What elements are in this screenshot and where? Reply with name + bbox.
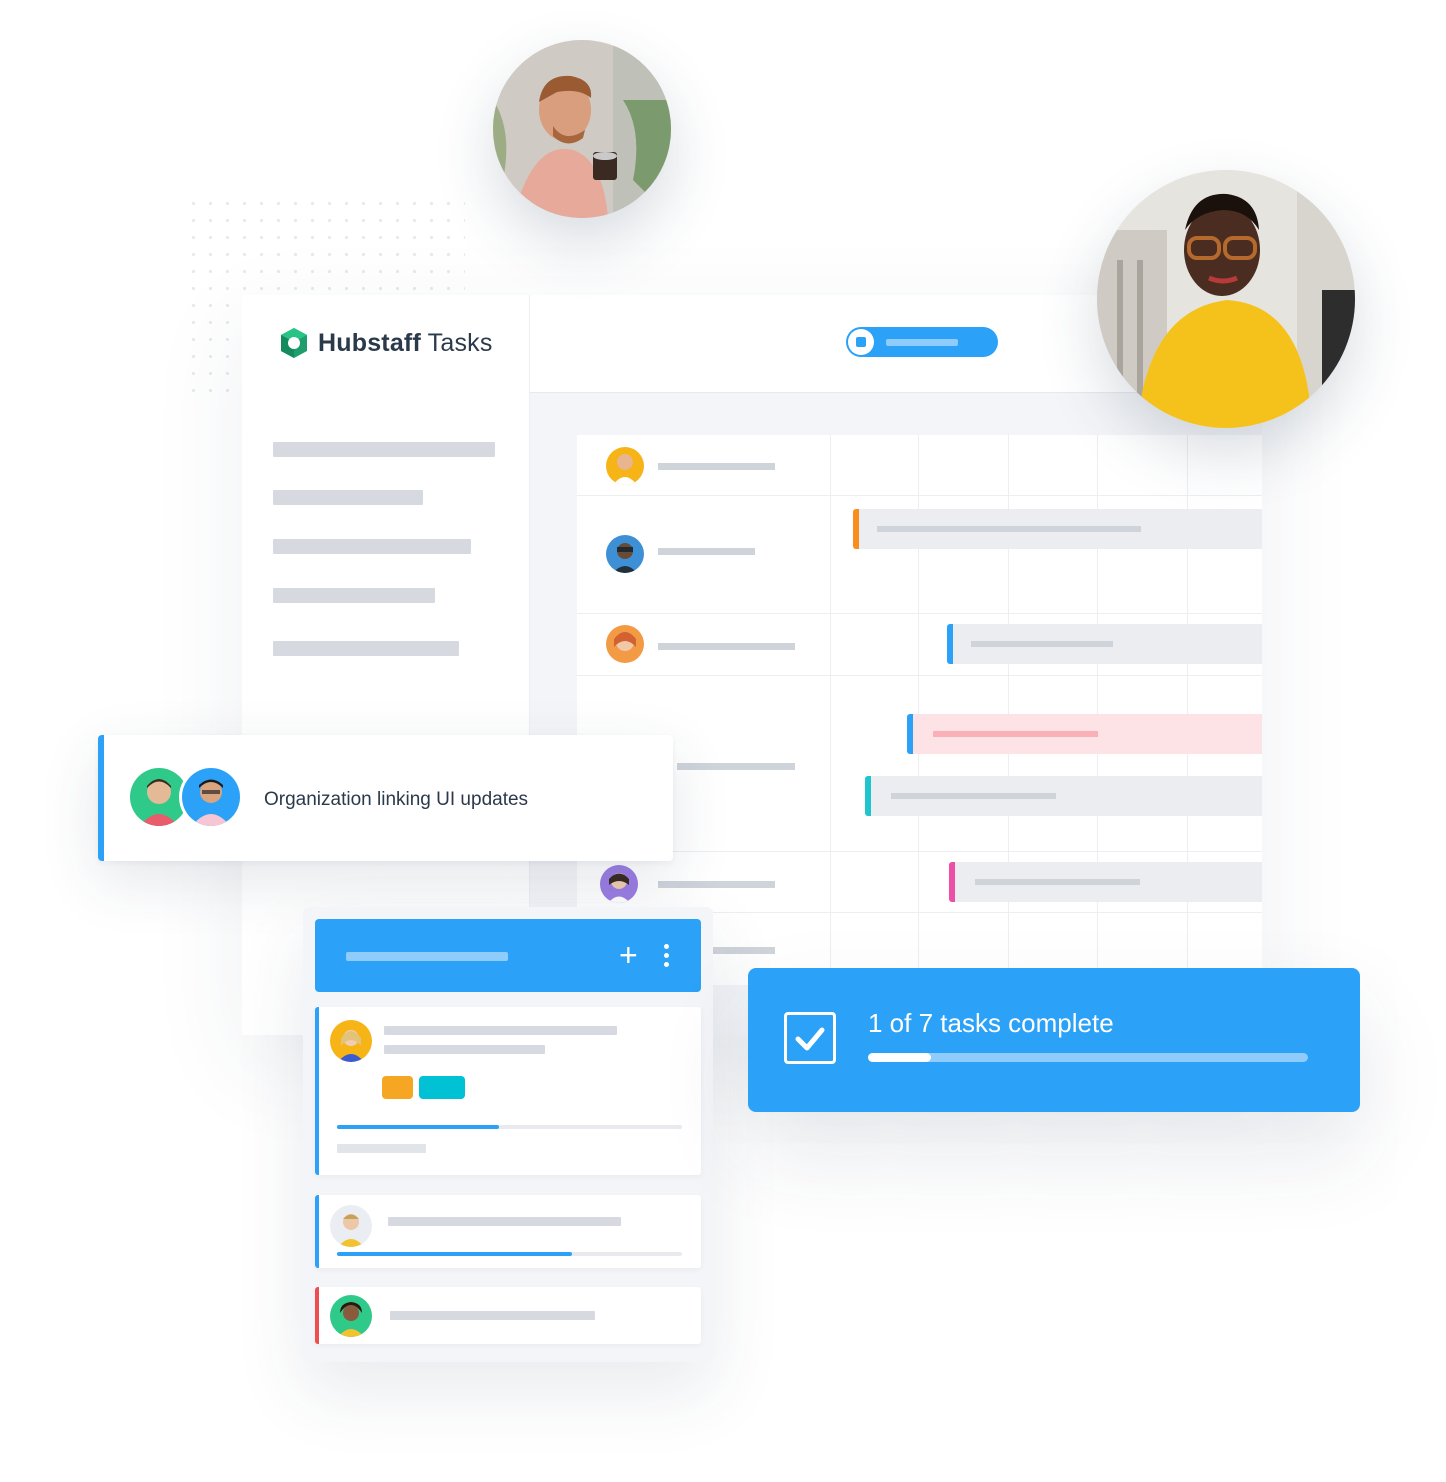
completion-progress-bar (868, 1053, 1308, 1062)
kanban-column-header: + (315, 919, 701, 992)
more-vertical-icon[interactable] (664, 944, 670, 971)
avatar[interactable] (330, 1020, 372, 1062)
tag[interactable] (382, 1076, 413, 1099)
timer-toggle[interactable] (846, 327, 998, 357)
gantt-bar[interactable] (907, 714, 1262, 754)
brand-logo[interactable]: Hubstaff Tasks (276, 325, 493, 361)
gantt-chart (577, 435, 1262, 985)
completion-label: 1 of 7 tasks complete (868, 1008, 1114, 1038)
sidebar-item[interactable] (273, 539, 471, 554)
progress-bar (337, 1252, 682, 1256)
user-photo-man (493, 40, 671, 218)
task-title: Organization linking UI updates (264, 789, 529, 810)
kanban-card[interactable] (315, 1287, 701, 1344)
gantt-bar[interactable] (949, 862, 1262, 902)
gantt-bar[interactable] (865, 776, 1262, 816)
avatar[interactable] (606, 447, 644, 485)
avatar[interactable] (182, 768, 240, 826)
checkbox-checked-icon (784, 1012, 836, 1064)
task-completion-card[interactable]: 1 of 7 tasks complete (748, 968, 1360, 1112)
progress-bar (337, 1125, 682, 1129)
kanban-card[interactable] (315, 1195, 701, 1268)
avatar[interactable] (606, 625, 644, 663)
timer-label-placeholder (886, 339, 958, 346)
avatar[interactable] (606, 535, 644, 573)
gantt-bar[interactable] (853, 509, 1262, 549)
sidebar-item[interactable] (273, 490, 423, 505)
tag[interactable] (419, 1076, 465, 1099)
user-photo-woman (1097, 170, 1355, 428)
avatar[interactable] (600, 865, 638, 903)
avatar[interactable] (130, 768, 188, 826)
kanban-card[interactable] (315, 1007, 701, 1175)
sidebar-item[interactable] (273, 442, 495, 457)
brand-name: Hubstaff Tasks (318, 328, 493, 357)
hubstaff-logo-icon (281, 328, 307, 358)
add-icon[interactable]: + (619, 937, 638, 973)
task-card-accent (98, 735, 104, 861)
kanban-column: + (303, 907, 713, 1362)
column-title-placeholder (346, 952, 508, 961)
sidebar-item[interactable] (273, 641, 459, 656)
stop-icon (848, 329, 874, 355)
task-card[interactable]: Organization linking UI updates (98, 735, 673, 861)
avatar[interactable] (330, 1205, 372, 1247)
avatar[interactable] (330, 1295, 372, 1337)
gantt-bar[interactable] (947, 624, 1262, 664)
sidebar-item[interactable] (273, 588, 435, 603)
